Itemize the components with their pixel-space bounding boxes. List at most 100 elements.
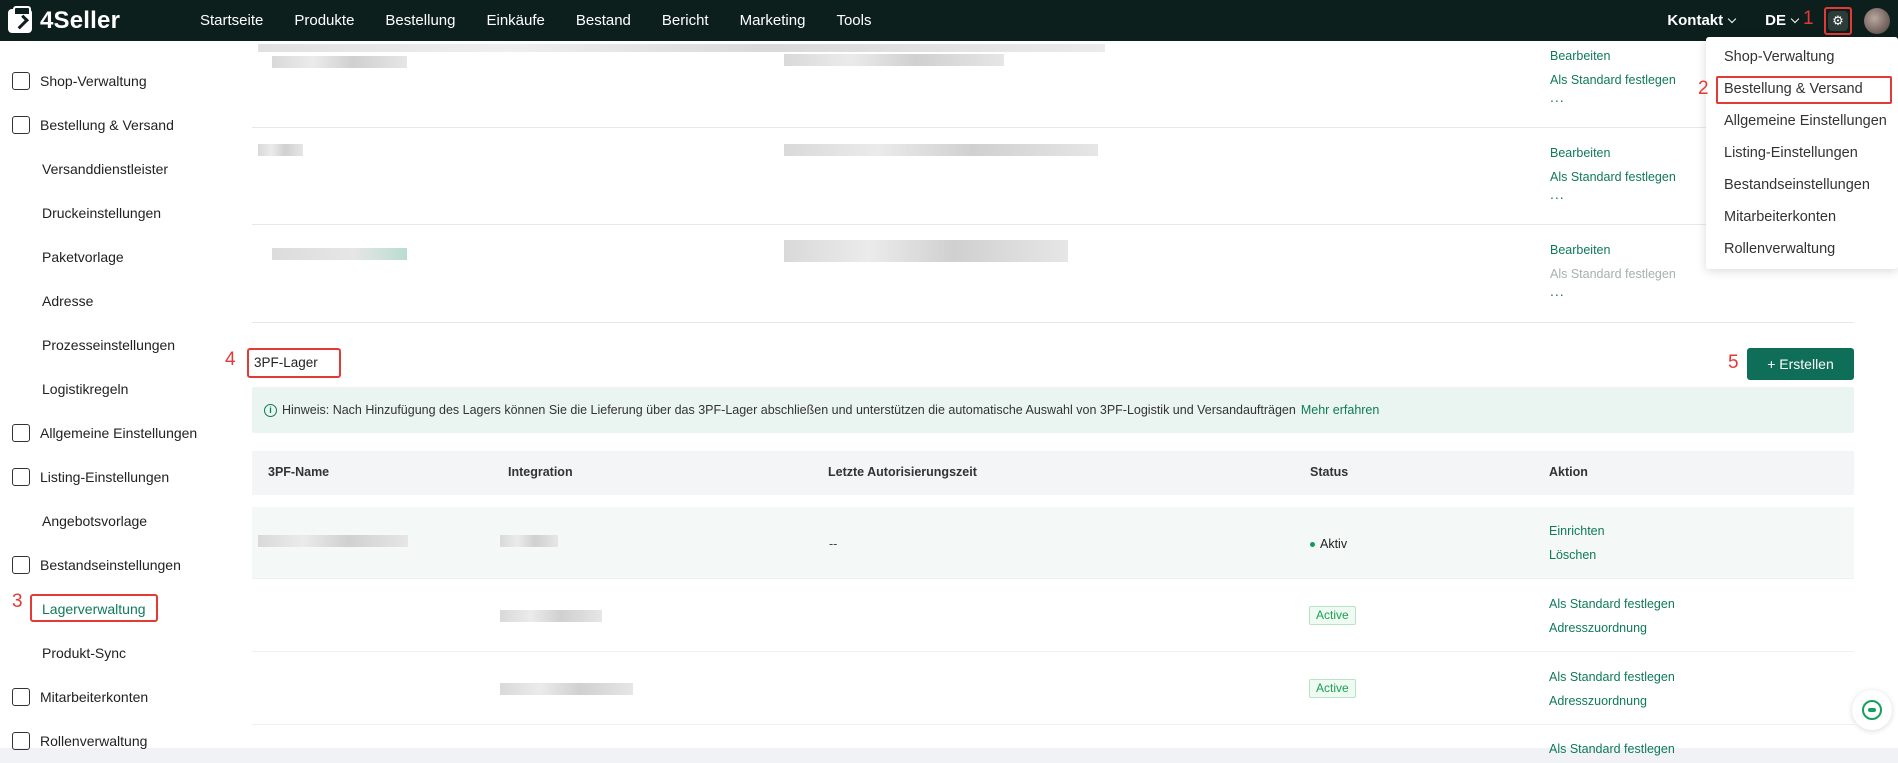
nav-marketing[interactable]: Marketing	[740, 12, 806, 29]
avatar[interactable]	[1864, 7, 1890, 34]
sidebar-item-bestellung-versand[interactable]: Bestellung & Versand	[0, 103, 220, 147]
brand-logo[interactable]: 4Seller	[8, 5, 168, 35]
menu-item-bestellung-versand[interactable]: Bestellung & Versand	[1724, 81, 1863, 97]
hint-banner: i Hinweis: Nach Hinzufügung des Lagers k…	[252, 387, 1854, 433]
set-default-link[interactable]: Als Standard festlegen	[1549, 597, 1675, 611]
annotation-2: 2	[1698, 78, 1709, 99]
sidebar-item-label: Produkt-Sync	[42, 645, 127, 661]
set-default-link[interactable]: Als Standard festlegen	[1549, 742, 1675, 756]
address-mapping-link[interactable]: Adresszuordnung	[1549, 621, 1647, 635]
annotation-3: 3	[12, 591, 23, 612]
sidebar-item-label: Logistikregeln	[42, 381, 129, 397]
sidebar-item-versanddienstleister[interactable]: Versanddienstleister	[0, 147, 220, 191]
status-badge: Active	[1309, 679, 1356, 698]
nav-produkte[interactable]: Produkte	[294, 12, 354, 29]
order-bag-icon	[12, 116, 30, 134]
menu-item-bestandseinstellungen[interactable]: Bestandseinstellungen	[1724, 177, 1870, 193]
help-chat-button[interactable]	[1852, 690, 1892, 730]
col-header-action: Aktion	[1549, 465, 1588, 479]
sidebar-item-druckeinstellungen[interactable]: Druckeinstellungen	[0, 191, 220, 235]
menu-item-listing-einstellungen[interactable]: Listing-Einstellungen	[1724, 145, 1858, 161]
blurred-text	[258, 535, 408, 547]
sidebar-item-paketvorlage[interactable]: Paketvorlage	[0, 235, 220, 279]
blurred-text	[500, 610, 602, 622]
create-button[interactable]: + Erstellen	[1747, 348, 1854, 380]
setup-link[interactable]: Einrichten	[1549, 524, 1605, 538]
inventory-icon	[12, 556, 30, 574]
sidebar-item-label: Rollenverwaltung	[40, 733, 148, 749]
edit-link[interactable]: Bearbeiten	[1550, 146, 1610, 160]
menu-item-mitarbeiterkonten[interactable]: Mitarbeiterkonten	[1724, 209, 1836, 225]
top-nav: Startseite Produkte Bestellung Einkäufe …	[200, 12, 902, 29]
status-badge: Aktiv	[1310, 537, 1347, 551]
sidebar-item-shop-verwaltung[interactable]: Shop-Verwaltung	[0, 59, 220, 103]
blurred-text	[500, 535, 558, 547]
more-actions[interactable]: ...	[1550, 89, 1565, 105]
menu-item-allgemeine-einstellungen[interactable]: Allgemeine Einstellungen	[1724, 113, 1887, 129]
set-default-link[interactable]: Als Standard festlegen	[1549, 670, 1675, 684]
logo-bag-icon	[8, 5, 32, 33]
sidebar-item-listing-einstellungen[interactable]: Listing-Einstellungen	[0, 455, 220, 499]
set-default-link[interactable]: Als Standard festlegen	[1550, 170, 1676, 184]
blurred-text	[784, 240, 1068, 262]
blurred-text	[784, 144, 1098, 156]
nav-einkaeufe[interactable]: Einkäufe	[486, 12, 544, 29]
sidebar-item-prozesseinstellungen[interactable]: Prozesseinstellungen	[0, 323, 220, 367]
sidebar-item-adresse[interactable]: Adresse	[0, 279, 220, 323]
nav-bericht[interactable]: Bericht	[662, 12, 709, 29]
chevron-down-icon	[1727, 14, 1737, 24]
auth-time: --	[829, 537, 838, 551]
sidebar-item-label: Versanddienstleister	[42, 161, 169, 177]
contact-menu[interactable]: Kontakt	[1667, 12, 1737, 29]
delete-link[interactable]: Löschen	[1549, 548, 1596, 562]
sidebar-item-label: Allgemeine Einstellungen	[40, 425, 198, 441]
nav-tools[interactable]: Tools	[836, 12, 871, 29]
headset-icon	[1862, 700, 1882, 720]
more-actions[interactable]: ...	[1550, 283, 1565, 299]
sidebar-item-bestandseinstellungen[interactable]: Bestandseinstellungen	[0, 543, 220, 587]
role-icon	[12, 732, 30, 750]
sidebar-item-mitarbeiterkonten[interactable]: Mitarbeiterkonten	[0, 675, 220, 719]
sidebar-item-label: Bestandseinstellungen	[40, 557, 181, 573]
sidebar-item-logistikregeln[interactable]: Logistikregeln	[0, 367, 220, 411]
annotation-5: 5	[1728, 352, 1739, 373]
annotation-1: 1	[1803, 8, 1814, 29]
menu-item-shop-verwaltung[interactable]: Shop-Verwaltung	[1724, 49, 1834, 65]
sidebar-item-label: Mitarbeiterkonten	[40, 689, 149, 705]
set-default-link[interactable]: Als Standard festlegen	[1550, 73, 1676, 87]
sidebar-item-label: Angebotsvorlage	[42, 513, 148, 529]
upload-box-icon	[12, 468, 30, 486]
row-divider	[252, 127, 1874, 128]
sidebar-item-rollenverwaltung[interactable]: Rollenverwaltung	[0, 719, 220, 763]
hint-text: Hinweis: Nach Hinzufügung des Lagers kön…	[282, 403, 1296, 417]
nav-bestand[interactable]: Bestand	[576, 12, 631, 29]
sidebar-item-label: Listing-Einstellungen	[40, 469, 170, 485]
sidebar-item-label: Adresse	[42, 293, 94, 309]
annotation-4: 4	[225, 349, 236, 370]
table-header: 3PF-Name Integration Letzte Autorisierun…	[252, 451, 1854, 495]
address-mapping-link[interactable]: Adresszuordnung	[1549, 694, 1647, 708]
sidebar-item-angebotsvorlage[interactable]: Angebotsvorlage	[0, 499, 220, 543]
more-actions[interactable]: ...	[1550, 186, 1565, 202]
edit-link[interactable]: Bearbeiten	[1550, 243, 1610, 257]
settings-button[interactable]: ⚙	[1824, 6, 1852, 35]
section-title: 3PF-Lager	[247, 348, 341, 378]
contact-label: Kontakt	[1667, 12, 1724, 29]
status-badge: Active	[1309, 606, 1356, 625]
blurred-text	[258, 144, 303, 156]
nav-bestellung[interactable]: Bestellung	[385, 12, 455, 29]
sidebar-item-label: Prozesseinstellungen	[42, 337, 176, 353]
col-header-integration: Integration	[508, 465, 573, 479]
sidebar-item-allgemeine-einstellungen[interactable]: Allgemeine Einstellungen	[0, 411, 220, 455]
language-menu[interactable]: DE	[1765, 12, 1800, 29]
edit-link[interactable]: Bearbeiten	[1550, 49, 1610, 63]
sidebar-item-produkt-sync[interactable]: Produkt-Sync	[0, 631, 220, 675]
chevron-down-icon	[1790, 14, 1800, 24]
nav-startseite[interactable]: Startseite	[200, 12, 263, 29]
sidebar: Shop-Verwaltung Bestellung & Versand Ver…	[0, 41, 220, 750]
menu-item-rollenverwaltung[interactable]: Rollenverwaltung	[1724, 241, 1835, 257]
blurred-text	[272, 56, 407, 68]
info-icon: i	[264, 403, 277, 417]
sidebar-item-label: Bestellung & Versand	[40, 117, 174, 133]
learn-more-link[interactable]: Mehr erfahren	[1301, 403, 1380, 417]
